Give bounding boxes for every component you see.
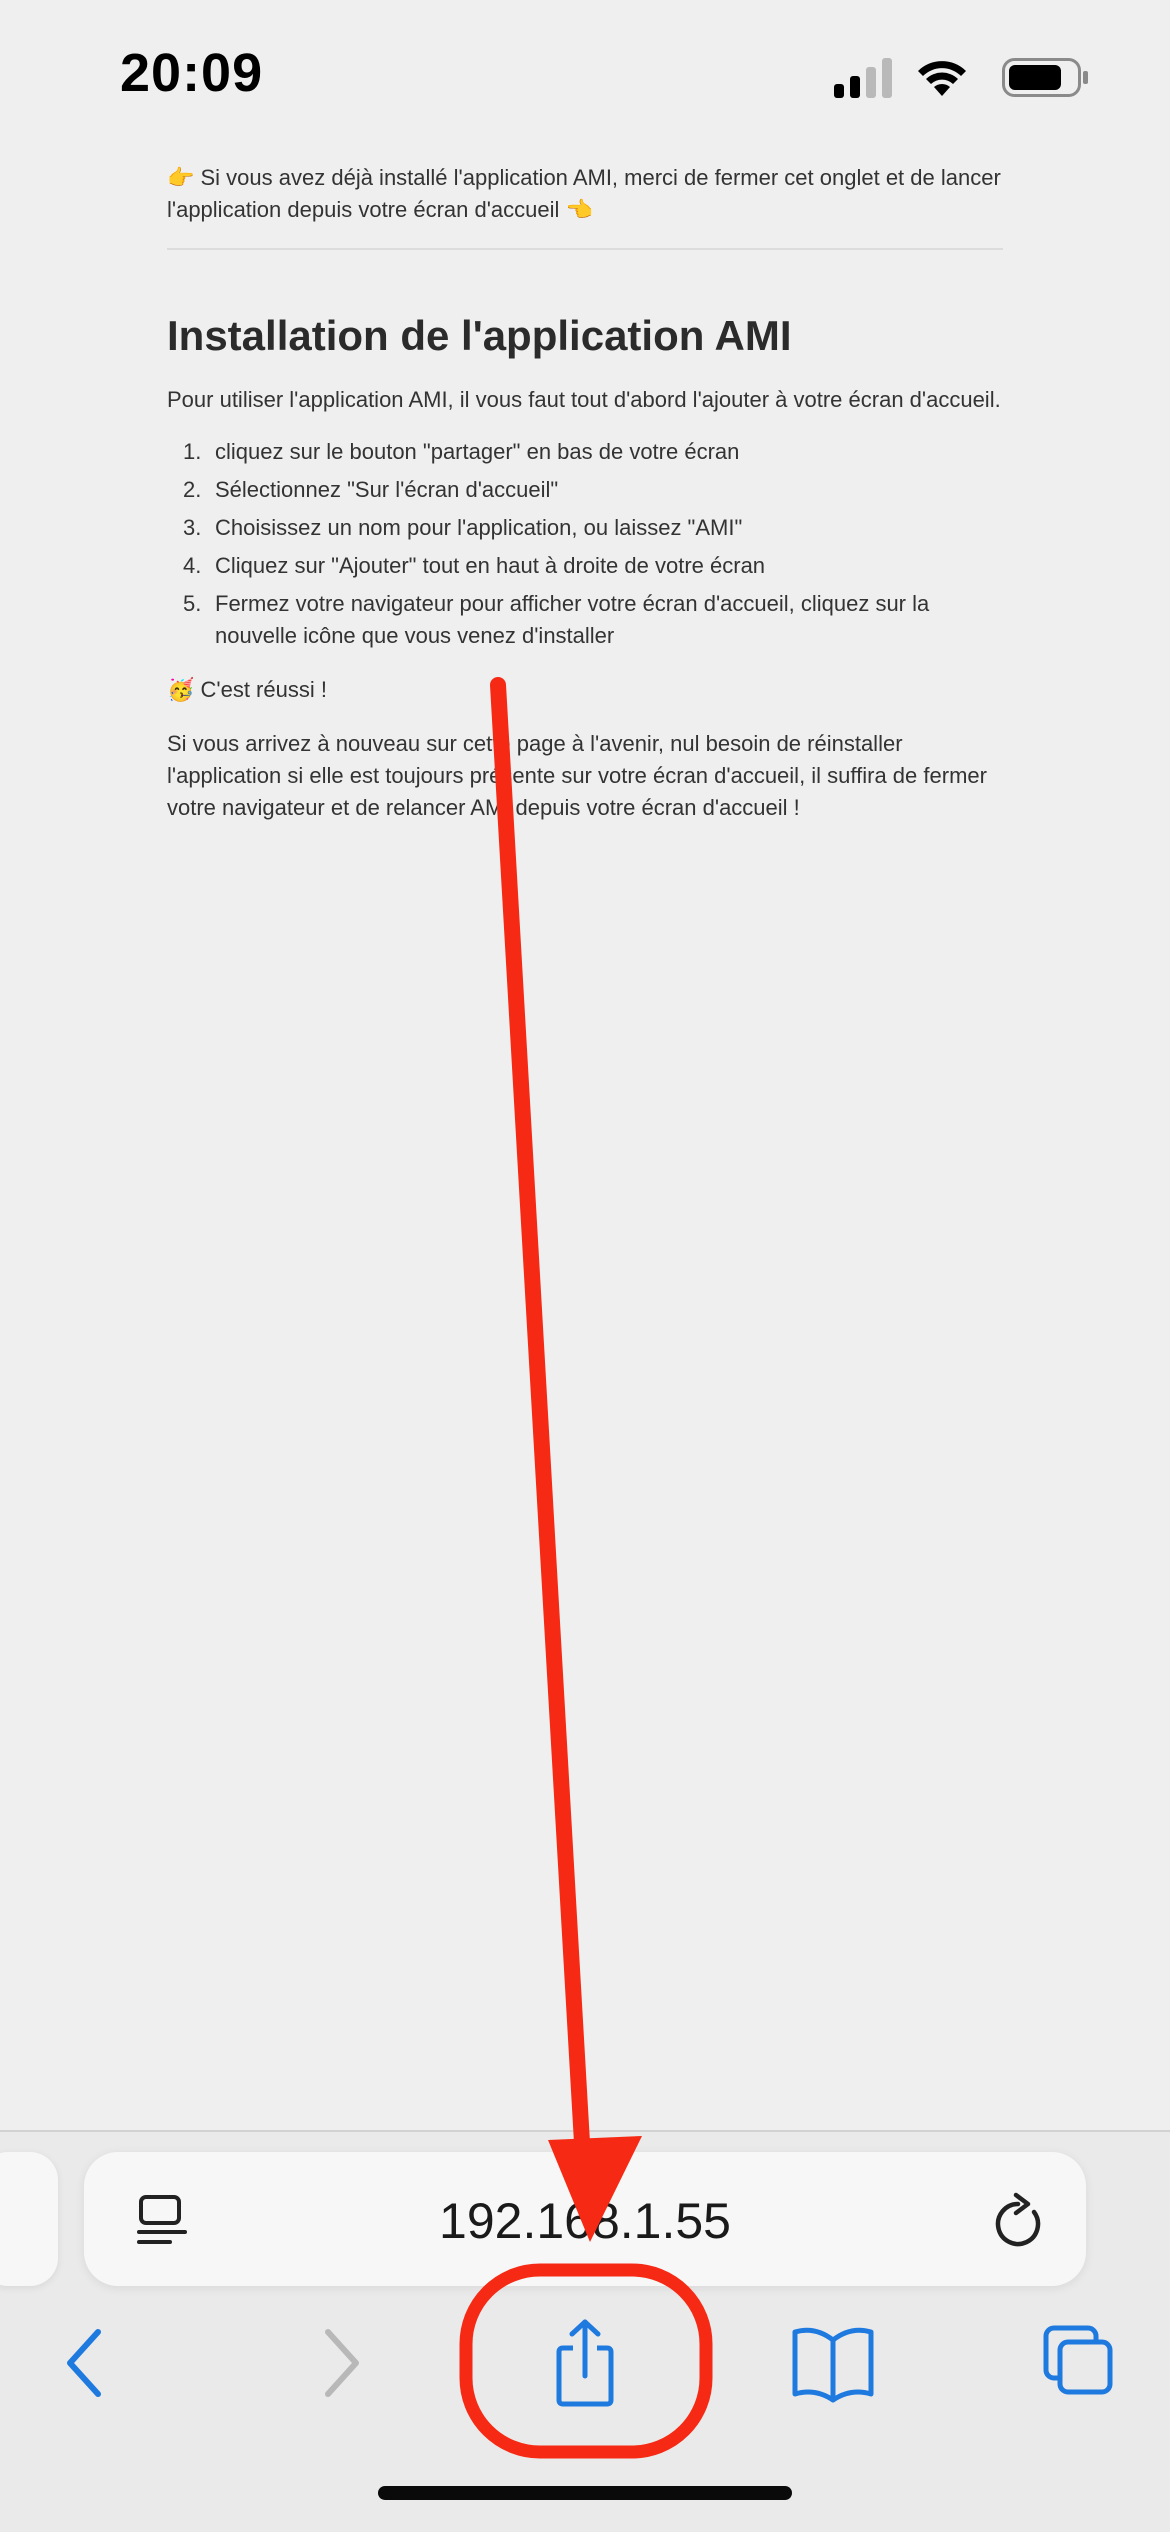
url-text[interactable]: 192.168.1.55 [84, 2192, 1086, 2250]
intro-text: Pour utiliser l'application AMI, il vous… [167, 387, 1001, 412]
annotation-arrow-shaft [490, 677, 591, 2168]
step-text: Cliquez sur "Ajouter" tout en haut à dro… [215, 553, 766, 578]
page-title: Installation de l'application AMI [167, 312, 792, 359]
step-text: Choisissez un nom pour l'application, ou… [215, 515, 743, 540]
step-text: Sélectionnez "Sur l'écran d'accueil" [215, 477, 559, 502]
install-notice: 👉 Si vous avez déjà installé l'applicati… [167, 165, 1001, 222]
reload-icon[interactable] [990, 2192, 1046, 2252]
list-item: 5. Fermez votre navigateur pour afficher … [167, 588, 1003, 652]
list-item: 2. Sélectionnez "Sur l'écran d'accueil" [167, 474, 1003, 506]
share-icon[interactable] [535, 2318, 635, 2408]
cellular-signal-icon [834, 58, 892, 98]
battery-icon [1002, 58, 1088, 97]
home-indicator [378, 2486, 792, 2500]
step-number: 5. [183, 591, 202, 616]
status-time: 20:09 [120, 43, 264, 103]
step-number: 2. [183, 477, 202, 502]
step-text: cliquez sur le bouton "partager" en bas … [215, 439, 740, 464]
bookmarks-icon[interactable] [783, 2318, 883, 2408]
step-number: 3. [183, 515, 202, 540]
back-icon[interactable] [36, 2318, 136, 2408]
previous-tab-peek[interactable] [0, 2152, 58, 2286]
list-item: 3. Choisissez un nom pour l'application, … [167, 512, 1003, 544]
step-number: 4. [183, 553, 202, 578]
list-item: 4. Cliquez sur "Ajouter" tout en haut à d… [167, 550, 1003, 582]
status-icons [834, 58, 1088, 98]
list-item: 1. cliquez sur le bouton "partager" en ba… [167, 436, 1003, 468]
forward-icon[interactable] [290, 2318, 390, 2408]
divider [167, 248, 1003, 250]
outro-text: Si vous arrivez à nouveau sur cette page… [167, 731, 987, 820]
screen: 20:09 👉 Si vous avez déjà installé l'app… [0, 0, 1170, 2532]
wifi-icon [918, 61, 966, 96]
step-text: Fermez votre navigateur pour afficher vo… [215, 591, 930, 648]
step-number: 1. [183, 439, 202, 464]
steps-list: 1. cliquez sur le bouton "partager" en ba… [167, 436, 1003, 658]
tabs-icon[interactable] [1030, 2318, 1130, 2408]
success-message: 🥳 C'est réussi ! [167, 677, 327, 702]
address-bar[interactable]: 192.168.1.55 [84, 2152, 1086, 2286]
